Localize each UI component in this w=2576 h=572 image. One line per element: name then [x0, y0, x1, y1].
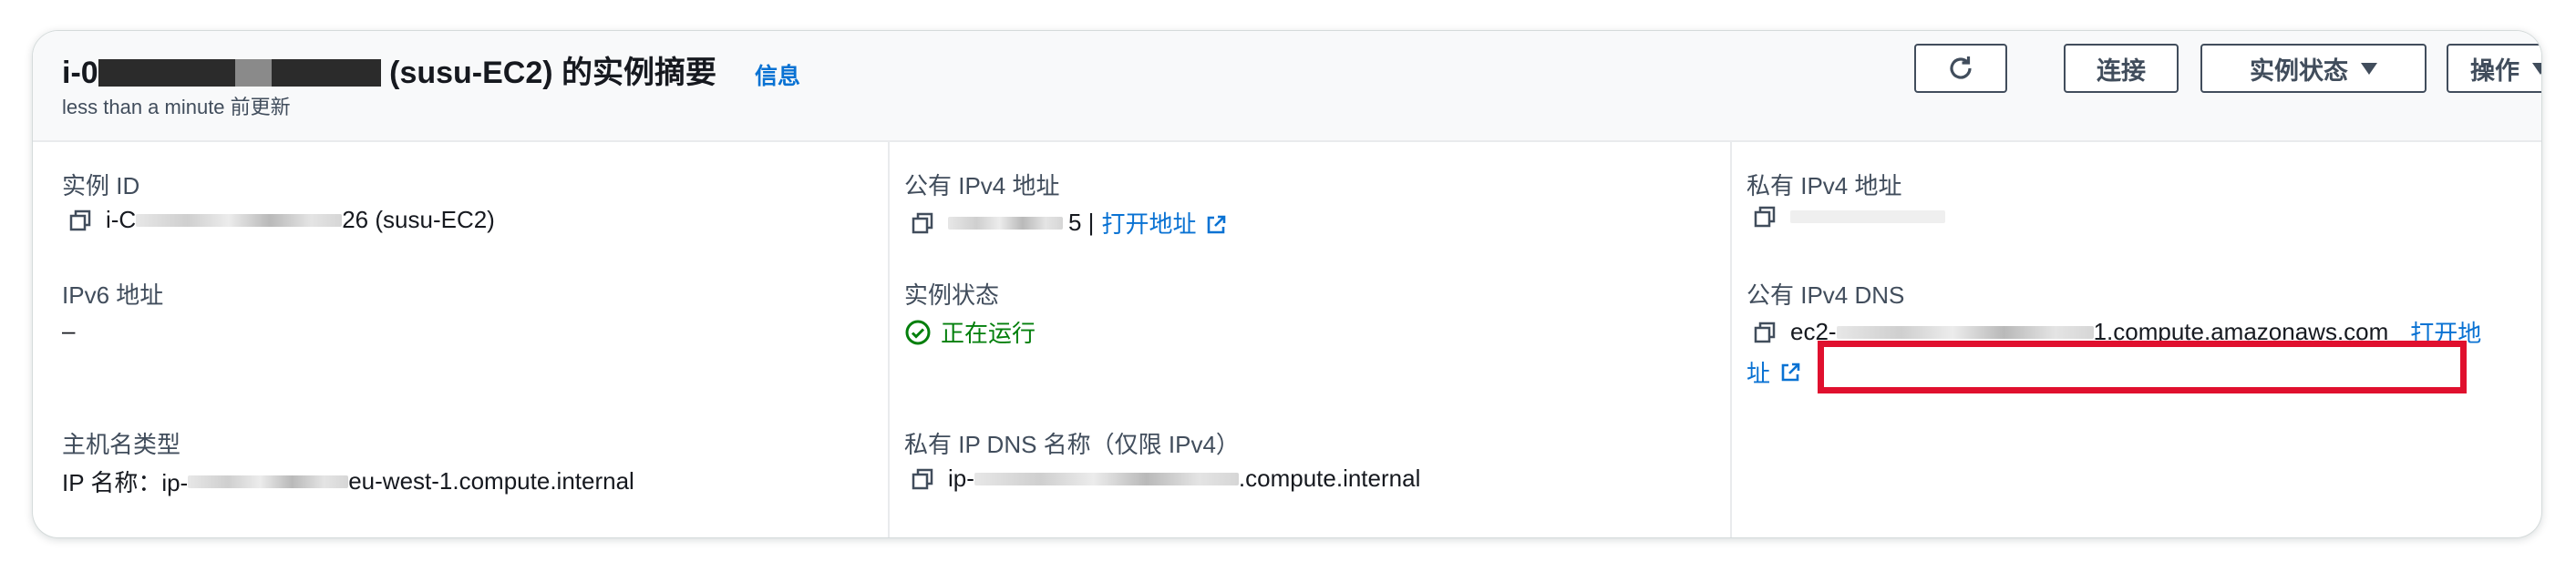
summary-header: i-0 (susu-EC2) 的实例摘要 信息 less than a minu…	[33, 31, 2541, 142]
public-ipv4-value: 5 | 打开地址	[912, 206, 1227, 240]
connect-button[interactable]: 连接	[2064, 44, 2179, 93]
external-link-icon	[1781, 363, 1800, 381]
instance-state-dropdown[interactable]: 实例状态	[2200, 44, 2427, 93]
caret-down-icon	[2361, 62, 2377, 75]
instance-state-value: 正在运行	[904, 315, 1036, 349]
refresh-button[interactable]	[1914, 44, 2007, 93]
hostname-type-value: IP 名称：ip- eu-west-1.compute.internal	[62, 467, 634, 496]
redacted-text	[188, 475, 349, 488]
copy-icon[interactable]	[1754, 206, 1776, 228]
last-updated-text: less than a minute 前更新	[62, 96, 291, 118]
copy-icon[interactable]	[69, 209, 91, 231]
copy-icon[interactable]	[1754, 322, 1776, 343]
check-circle-icon	[905, 320, 931, 344]
actions-dropdown[interactable]: 操作	[2447, 44, 2541, 93]
ipv6-value: –	[62, 317, 76, 344]
open-address-link[interactable]: 打开地	[2410, 315, 2481, 349]
instance-summary-card: i-0 (susu-EC2) 的实例摘要 信息 less than a minu…	[33, 31, 2541, 537]
open-address-link-continued[interactable]: 址	[1747, 355, 1801, 389]
public-dns-value: ec2- 1.compute.amazonaws.com 打开地	[1754, 315, 2481, 349]
redacted-instance-id	[98, 59, 381, 87]
column-divider	[888, 140, 890, 537]
public-ipv4-label: 公有 IPv4 地址	[904, 172, 1060, 199]
hostname-type-label: 主机名类型	[62, 431, 181, 458]
private-ipv4-label: 私有 IPv4 地址	[1747, 172, 1902, 199]
page-title: i-0 (susu-EC2) 的实例摘要	[62, 56, 717, 90]
column-divider	[1730, 140, 1732, 537]
redacted-text	[948, 216, 1063, 230]
ipv6-label: IPv6 地址	[62, 281, 164, 309]
copy-icon[interactable]	[912, 212, 933, 234]
open-address-link[interactable]: 打开地址	[1101, 206, 1227, 240]
info-link[interactable]: 信息	[755, 58, 800, 91]
public-dns-label: 公有 IPv4 DNS	[1747, 281, 1905, 309]
instance-state-label: 实例状态	[904, 281, 1000, 309]
instance-id-value: i-C 26 (susu-EC2)	[69, 206, 495, 234]
refresh-icon	[1950, 56, 1972, 79]
private-dns-label: 私有 IP DNS 名称（仅限 IPv4）	[904, 431, 1240, 458]
private-ipv4-value	[1754, 206, 1945, 228]
copy-icon[interactable]	[912, 468, 933, 490]
private-dns-value: ip- .compute.internal	[912, 465, 1420, 493]
redacted-text	[1790, 210, 1945, 223]
instance-id-label: 实例 ID	[62, 172, 140, 199]
redacted-text	[974, 472, 1239, 485]
caret-down-icon	[2532, 62, 2541, 75]
external-link-icon	[1208, 215, 1226, 234]
redacted-text	[1836, 325, 2094, 339]
redacted-text	[136, 213, 343, 227]
